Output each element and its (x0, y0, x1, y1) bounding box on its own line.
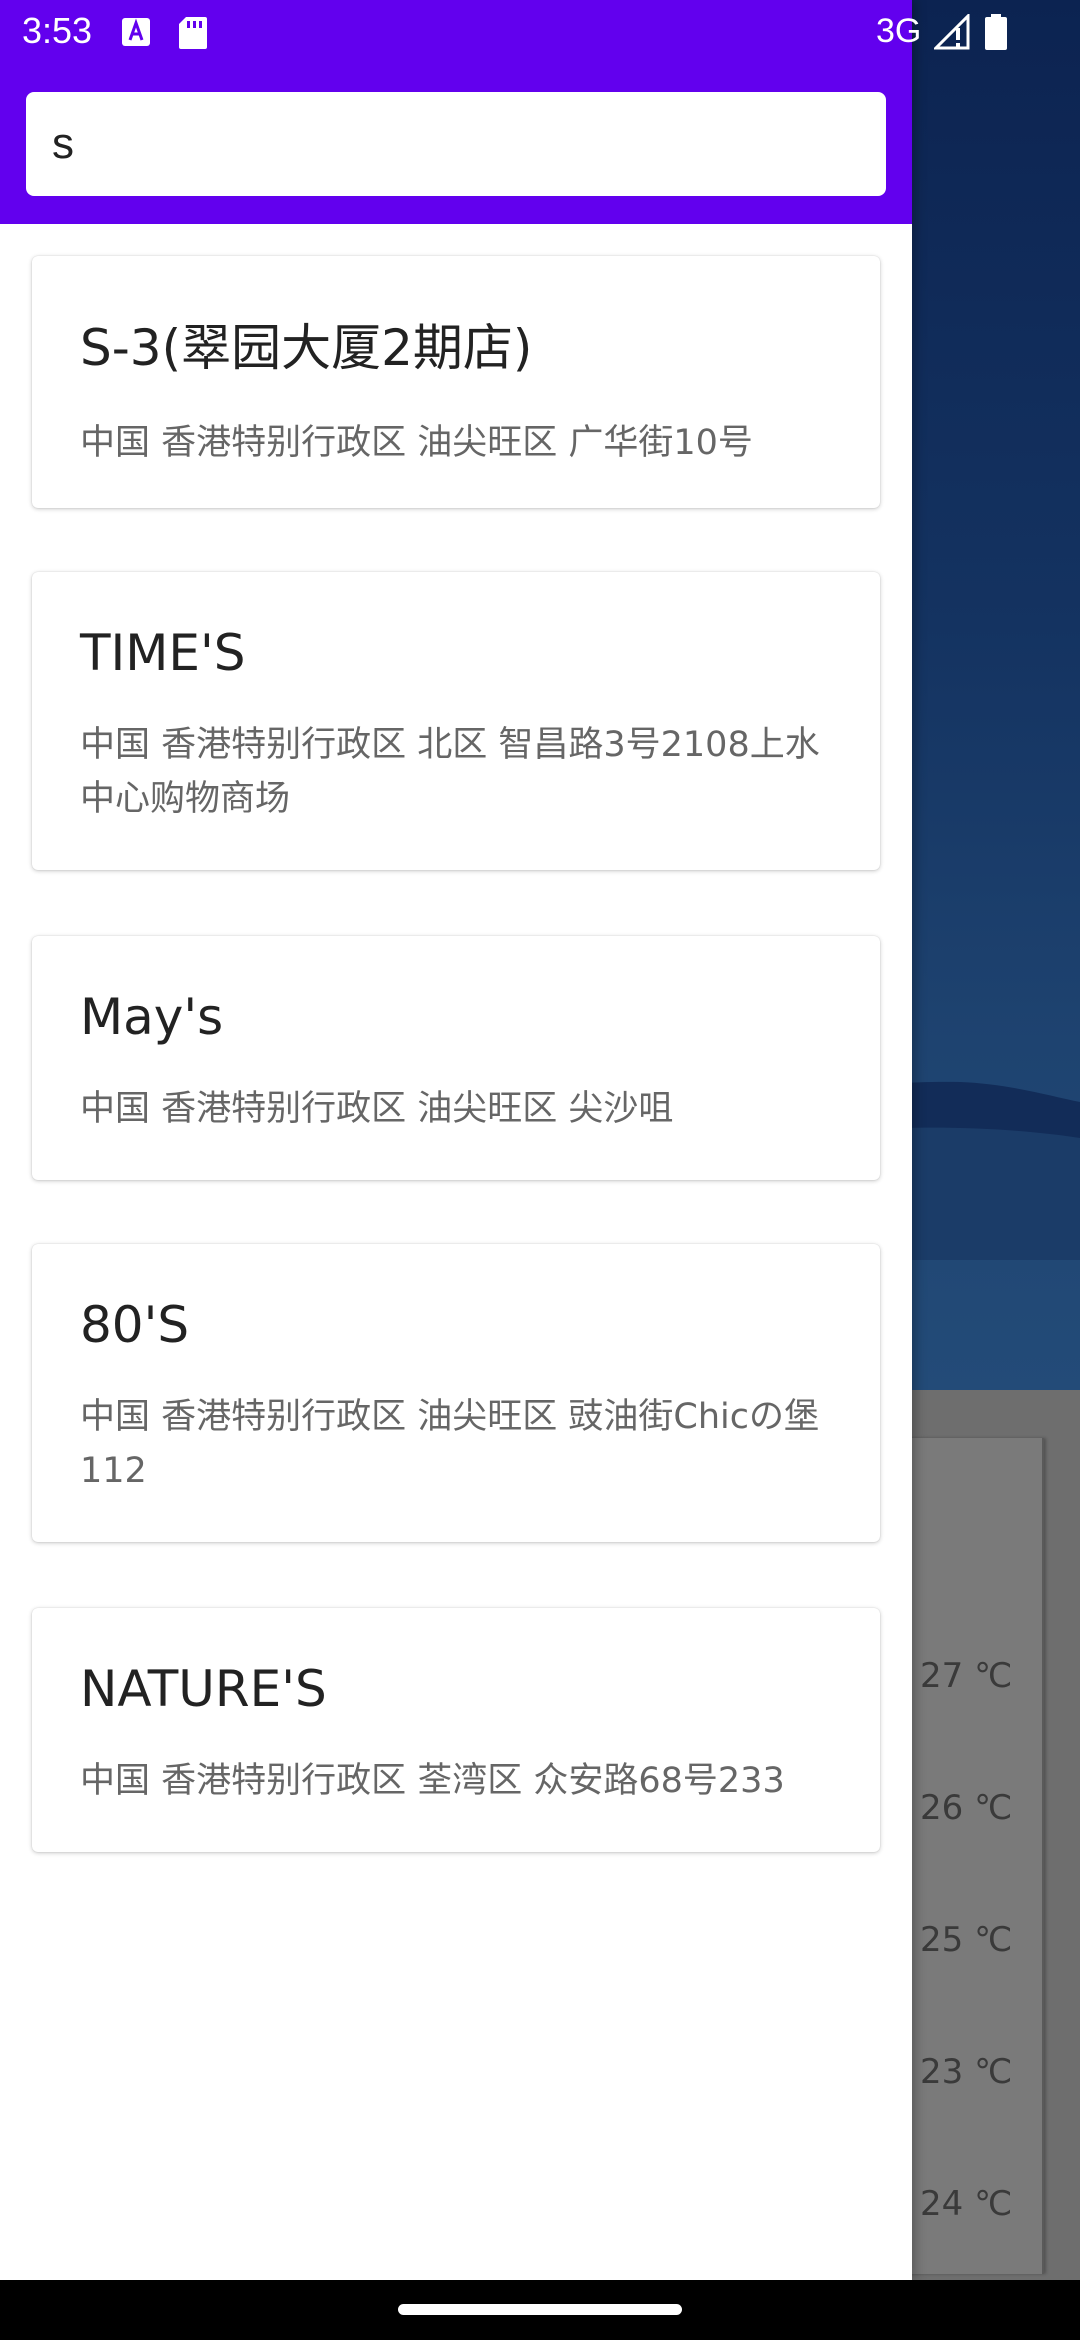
result-title: 80'S (80, 1296, 190, 1354)
result-address: 中国 香港特别行政区 荃湾区 众安路68号233 (80, 1761, 785, 1801)
font-app-icon (122, 18, 150, 46)
forecast-temp: 23 ℃ (920, 2052, 1013, 2092)
forecast-temp: 27 ℃ (920, 1656, 1013, 1696)
result-card[interactable]: TIME'S 中国 香港特别行政区 北区 智昌路3号2108上水中心购物商场 (32, 572, 880, 870)
home-gesture-handle[interactable] (398, 2304, 682, 2315)
search-box[interactable] (26, 92, 886, 196)
result-card[interactable]: S-3(翠园大厦2期店) 中国 香港特别行政区 油尖旺区 广华街10号 (32, 256, 880, 508)
result-title: NATURE'S (80, 1660, 327, 1718)
forecast-temp: 24 ℃ (920, 2184, 1013, 2224)
screen: 27 ℃ 26 ℃ 25 ℃ 23 ℃ 24 ℃ S-3(翠园大厦2期店) 中国… (0, 0, 1080, 2340)
result-title: TIME'S (80, 624, 246, 682)
result-title: S-3(翠园大厦2期店) (80, 319, 533, 377)
result-address: 中国 香港特别行政区 油尖旺区 豉油街Chicの堡112 (80, 1397, 819, 1491)
forecast-card (900, 1438, 1044, 2274)
network-type: 3G (876, 12, 922, 50)
navigation-bar (0, 2280, 1080, 2340)
battery-icon (985, 14, 1007, 50)
status-time: 3:53 (22, 10, 93, 51)
result-card[interactable]: 80'S 中国 香港特别行政区 油尖旺区 豉油街Chicの堡112 (32, 1244, 880, 1542)
sd-card-icon (179, 17, 207, 49)
result-card[interactable]: May's 中国 香港特别行政区 油尖旺区 尖沙咀 (32, 936, 880, 1180)
result-address: 中国 香港特别行政区 油尖旺区 广华街10号 (80, 423, 753, 463)
result-address: 中国 香港特别行政区 油尖旺区 尖沙咀 (80, 1089, 674, 1129)
forecast-temp: 25 ℃ (920, 1920, 1013, 1960)
signal-icon (934, 14, 970, 50)
result-title: May's (80, 988, 224, 1046)
forecast-temp: 26 ℃ (920, 1788, 1013, 1828)
search-drawer: S-3(翠园大厦2期店) 中国 香港特别行政区 油尖旺区 广华街10号 TIME… (0, 0, 912, 2280)
result-card[interactable]: NATURE'S 中国 香港特别行政区 荃湾区 众安路68号233 (32, 1608, 880, 1852)
result-address: 中国 香港特别行政区 北区 智昌路3号2108上水中心购物商场 (80, 725, 820, 819)
search-input[interactable] (52, 92, 852, 196)
status-bar: 3:53 3G (0, 0, 1080, 64)
